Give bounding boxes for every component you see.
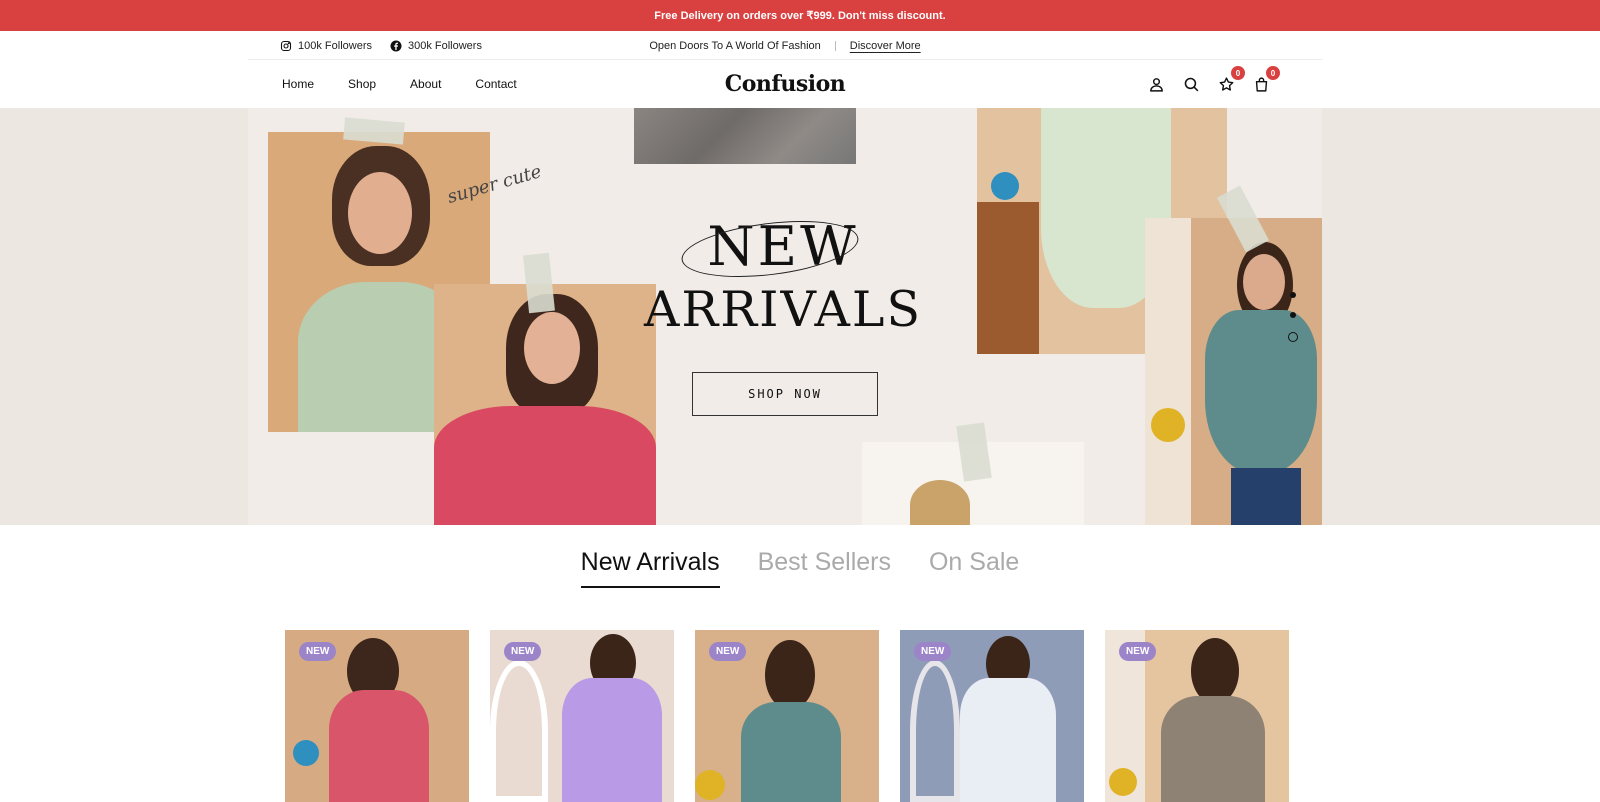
product-card[interactable]: NEW xyxy=(285,630,469,802)
promo-divider xyxy=(834,40,836,51)
flower-shape xyxy=(1151,408,1185,442)
new-badge: NEW xyxy=(504,642,542,661)
search-button[interactable] xyxy=(1182,75,1200,93)
announcement-bar: Free Delivery on orders over ₹999. Don't… xyxy=(0,0,1600,31)
teal-top-shape xyxy=(1205,310,1317,474)
teal-top-shape xyxy=(741,702,841,802)
new-badge: NEW xyxy=(914,642,952,661)
instagram-icon xyxy=(280,40,292,51)
vase-shape xyxy=(991,172,1019,200)
promo-text: Open Doors To A World Of Fashion xyxy=(649,39,821,52)
cart-button[interactable]: 0 xyxy=(1252,66,1280,93)
wishlist-count: 0 xyxy=(1231,66,1245,80)
star-icon xyxy=(1219,76,1233,91)
hair-shape xyxy=(765,640,815,710)
hero-photo-stone xyxy=(634,108,856,164)
announcement-text: Free Delivery on orders over ₹999. Don't… xyxy=(654,10,946,22)
account-button[interactable] xyxy=(1147,75,1165,93)
nav-icons: 0 0 xyxy=(1147,60,1280,108)
vase-shape xyxy=(293,740,319,766)
slide-dot-1[interactable] xyxy=(1290,292,1296,298)
slide-dot-3-active[interactable] xyxy=(1288,332,1298,342)
instagram-link[interactable]: 100k Followers xyxy=(280,40,372,52)
slider-dots xyxy=(1288,292,1298,342)
wishlist-button[interactable]: 0 xyxy=(1217,66,1245,93)
new-badge: NEW xyxy=(709,642,747,661)
hair-shape xyxy=(1191,638,1239,704)
stool-shape xyxy=(977,202,1039,354)
pink-kurta-shape xyxy=(434,406,656,525)
tape-decoration xyxy=(523,252,555,314)
facebook-link[interactable]: 300k Followers xyxy=(390,40,482,52)
user-icon xyxy=(1149,77,1163,92)
instagram-followers: 100k Followers xyxy=(298,39,372,52)
product-tabs: New Arrivals Best Sellers On Sale xyxy=(0,548,1600,594)
bag-icon xyxy=(1255,76,1267,92)
tab-new-arrivals[interactable]: New Arrivals xyxy=(580,548,720,588)
hero-banner: super cute NEW ARRIVALS SHOP NOW xyxy=(0,108,1600,525)
top-bar: Open Doors To A World Of Fashion Discove… xyxy=(248,31,1322,60)
face-shape xyxy=(348,172,412,254)
hero-title-new: NEW xyxy=(623,212,943,286)
product-card[interactable]: NEW xyxy=(1105,630,1289,802)
face-shape xyxy=(1243,254,1285,310)
face-shape xyxy=(524,312,580,384)
cart-count: 0 xyxy=(1266,66,1280,80)
grey-top-shape xyxy=(1161,696,1265,802)
new-badge: NEW xyxy=(299,642,337,661)
product-card[interactable]: NEW xyxy=(695,630,879,802)
product-card[interactable]: NEW xyxy=(900,630,1084,802)
flower-shape xyxy=(695,770,725,800)
discover-more-link[interactable]: Discover More xyxy=(850,40,921,52)
product-card[interactable]: NEW xyxy=(490,630,674,802)
facebook-followers: 300k Followers xyxy=(407,39,482,52)
flower-shape xyxy=(1109,768,1137,796)
slide-dot-2[interactable] xyxy=(1290,312,1296,318)
curtain-shape xyxy=(1145,218,1191,525)
search-icon xyxy=(1184,77,1198,91)
hero-slide: super cute NEW ARRIVALS SHOP NOW xyxy=(248,108,1322,525)
hero-photo-teal-top xyxy=(1145,218,1322,525)
facebook-icon xyxy=(390,40,402,51)
new-badge: NEW xyxy=(1119,642,1157,661)
tab-on-sale[interactable]: On Sale xyxy=(929,548,1019,588)
tab-best-sellers[interactable]: Best Sellers xyxy=(758,548,891,588)
shop-now-button[interactable]: SHOP NOW xyxy=(692,372,878,416)
social-links: 100k Followers 300k Followers xyxy=(280,31,482,60)
arch-shape xyxy=(490,660,548,802)
lavender-kurta-shape xyxy=(562,678,662,802)
arch-shape xyxy=(910,660,960,802)
hero-headline: NEW ARRIVALS xyxy=(623,212,943,338)
product-grid: NEW NEW NEW NEW NEW xyxy=(285,630,1289,802)
jeans-shape xyxy=(1231,468,1301,525)
white-kurta-shape xyxy=(960,678,1056,802)
main-nav: Home Shop About Contact Confusion 0 0 xyxy=(248,60,1322,108)
wheat-shape xyxy=(910,480,970,525)
hero-title-line2: ARRIVALS xyxy=(643,281,923,338)
kurta-shape xyxy=(329,690,429,802)
